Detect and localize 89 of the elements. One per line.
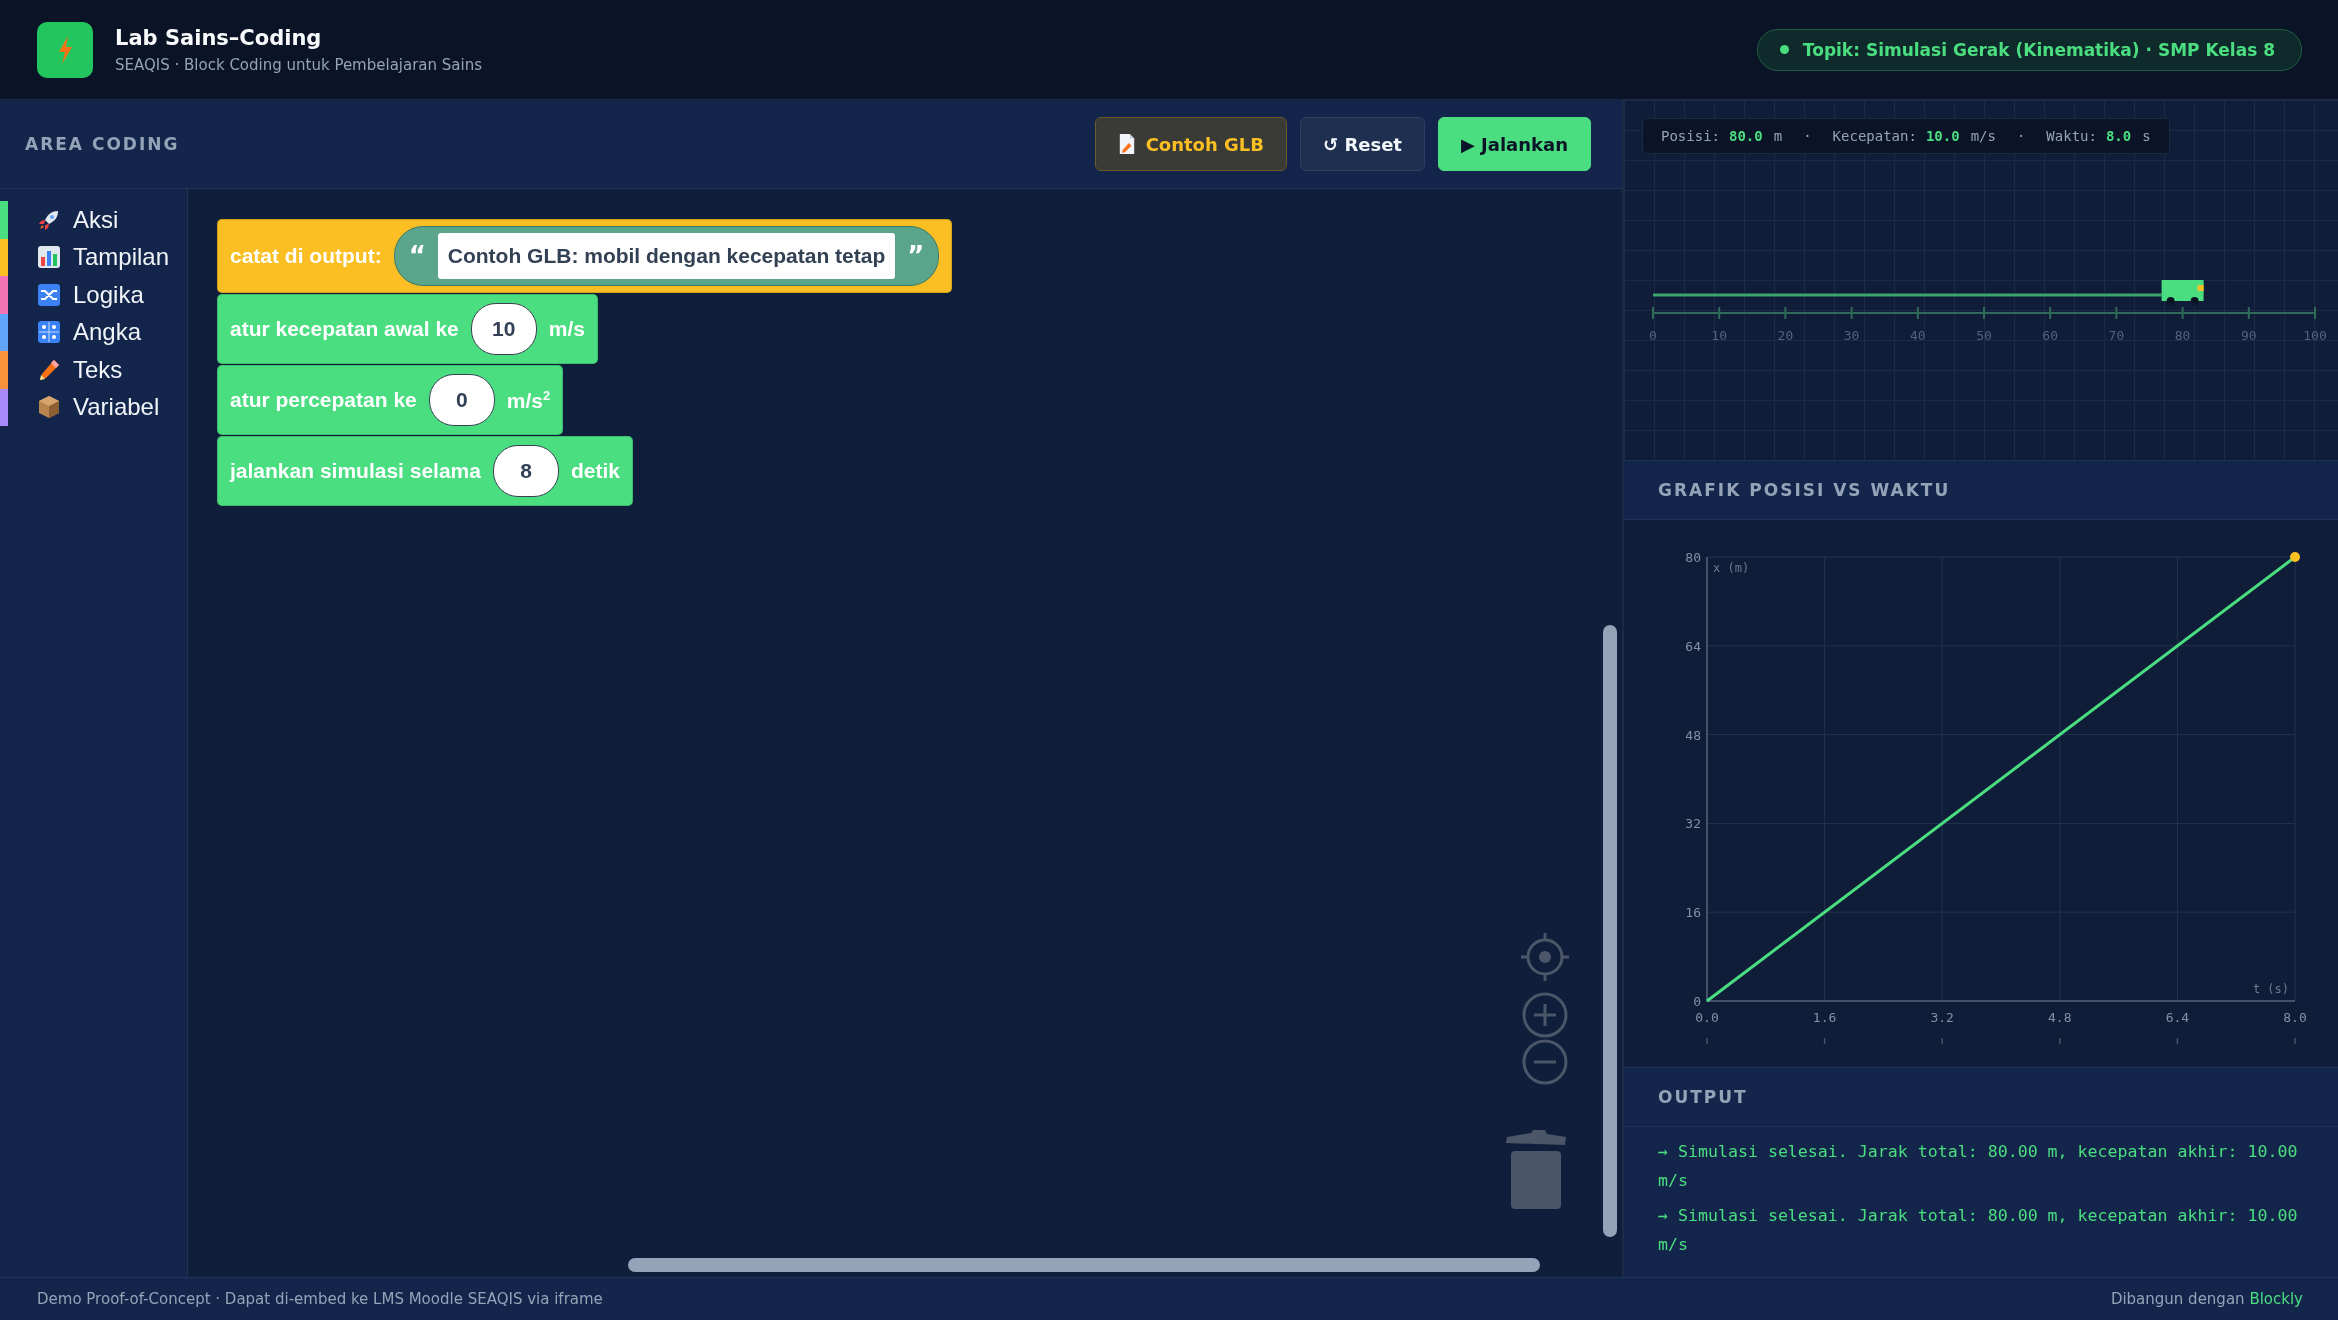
x-tick-label: 4.8 [2048,1010,2072,1025]
y-tick-label: 80 [1685,550,1701,565]
stat-unit: s [2142,128,2151,144]
ruler-label: 90 [2240,328,2257,343]
vertical-scrollbar[interactable] [1603,625,1617,1237]
current-point-marker [2290,552,2300,562]
number-grid-icon [37,320,61,345]
separator-dot: · [1803,128,1812,144]
x-axis-label: t (s) [2252,982,2289,996]
stat-label: Kecepatan: [1832,128,1917,144]
document-icon [1117,133,1136,155]
ruler-label: 10 [1711,328,1728,343]
toolbox-category[interactable]: Aksi [0,201,187,239]
toolbox-category[interactable]: Tampilan [0,238,187,276]
ruler-label: 70 [2108,328,2125,343]
blockly-link[interactable]: Blockly [2249,1290,2303,1308]
stat-value: 8.0 [2105,128,2132,144]
ruler-label: 40 [1909,328,1926,343]
app-logo-icon [37,21,93,78]
example-button[interactable]: Contoh GLB [1094,117,1288,171]
footer-text: Demo Proof-of-Concept · Dapat di-embed ke LMS Moodle SEAQIS via iframe [37,1290,603,1308]
code-block[interactable]: atur kecepatan awal ke 10 m/s [217,294,598,364]
block-label: catat di output: [230,244,382,268]
y-tick-label: 16 [1685,905,1701,921]
ruler-label: 100 [2303,328,2327,343]
y-tick-label: 64 [1685,638,1701,654]
toolbox-category[interactable]: Variabel [0,388,187,426]
pencil-icon [37,357,61,382]
number-input[interactable]: 8 [493,445,559,497]
run-button[interactable]: ▶ Jalankan [1438,117,1591,171]
zoom-out-icon[interactable] [1521,1038,1569,1086]
x-tick-label: 0.0 [1695,1010,1719,1025]
bar-chart-icon [37,245,61,270]
code-block[interactable]: atur percepatan ke 0 m/s$^{2}$ [217,365,564,435]
status-dot [1779,45,1789,54]
app-title: Lab Sains–Coding [115,25,323,50]
toolbox-category[interactable]: Teks [0,351,187,389]
y-axis-label: x (m) [1713,561,1750,575]
recenter-icon[interactable] [1519,931,1571,983]
ruler-label: 30 [1843,328,1860,343]
block-label: atur percepatan ke [230,388,417,412]
shuffle-icon [37,282,61,307]
ruler-label: 50 [1976,328,1992,343]
y-tick-label: 48 [1685,727,1701,743]
x-tick-label: 1.6 [1812,1010,1837,1025]
trash-icon[interactable] [1505,1129,1567,1211]
stat-value: 10.0 [1925,128,1960,144]
block-label: jalankan simulasi selama [230,459,481,483]
zoom-in-icon[interactable] [1521,991,1569,1039]
stat-label: Posisi: [1661,128,1720,144]
topic-text: Topik: Simulasi Gerak (Kinematika) · SMP Kelas 8 [1802,39,2275,60]
section-title: OUTPUT [1658,1087,1748,1107]
ruler-label: 0 [1649,328,1657,343]
open-quote: “ [408,241,426,271]
ruler-label: 20 [1777,328,1794,343]
stat-value: 80.0 [1729,128,1763,144]
number-input[interactable]: 10 [470,303,537,355]
block-label: detik [571,459,620,483]
code-block[interactable]: jalankan simulasi selama 8 detik [217,436,633,506]
x-tick-label: 6.4 [2165,1010,2190,1025]
block-label: m/s$^{2}$ [506,387,551,413]
separator-dot: · [2016,128,2026,144]
toolbox-category[interactable]: Angka [0,313,187,351]
text-input[interactable]: Contoh GLB: mobil dengan kecepatan tetap [437,233,896,279]
section-title: GRAFIK POSISI VS WAKTU [1658,480,1951,500]
box-icon [37,395,61,420]
credit-text: Dibangun dengan [2110,1290,2245,1308]
number-input[interactable]: 0 [428,374,495,426]
output-line: → Simulasi selesai. Jarak total: 80.00 m, kecepatan akhir: 10.00 m/s [1658,1141,2299,1192]
text-block[interactable]: “ Contoh GLB: mobil dengan kecepatan tetap ” [393,226,940,286]
output-line: → Simulasi selesai. Jarak total: 80.00 m, kecepatan akhir: 10.00 m/s [1658,1205,2299,1256]
block-label: m/s [548,317,585,341]
x-tick-label: 3.2 [1930,1010,1954,1025]
section-title: AREA CODING [25,134,180,154]
ruler-label: 80 [2174,328,2191,343]
horizontal-scrollbar[interactable] [628,1258,1540,1272]
block-label: atur kecepatan awal ke [230,317,459,341]
stat-label: Waktu: [2046,128,2097,144]
y-tick-label: 32 [1685,816,1701,832]
stat-unit: m [1773,128,1783,144]
stat-unit: m/s [1970,128,1996,144]
toolbox-category[interactable]: Logika [0,276,187,314]
ruler-label: 60 [2042,328,2059,343]
reset-button[interactable]: ↺ Reset [1300,117,1425,171]
close-quote: ” [907,241,925,271]
x-tick-label: 8.0 [2283,1010,2307,1025]
app-subtitle: SEAQIS · Block Coding untuk Pembelajaran Sains [115,55,483,74]
code-block[interactable]: catat di output: “ Contoh GLB: mobil dengan kecepatan tetap ” [217,219,953,293]
y-tick-label: 0 [1693,994,1701,1009]
